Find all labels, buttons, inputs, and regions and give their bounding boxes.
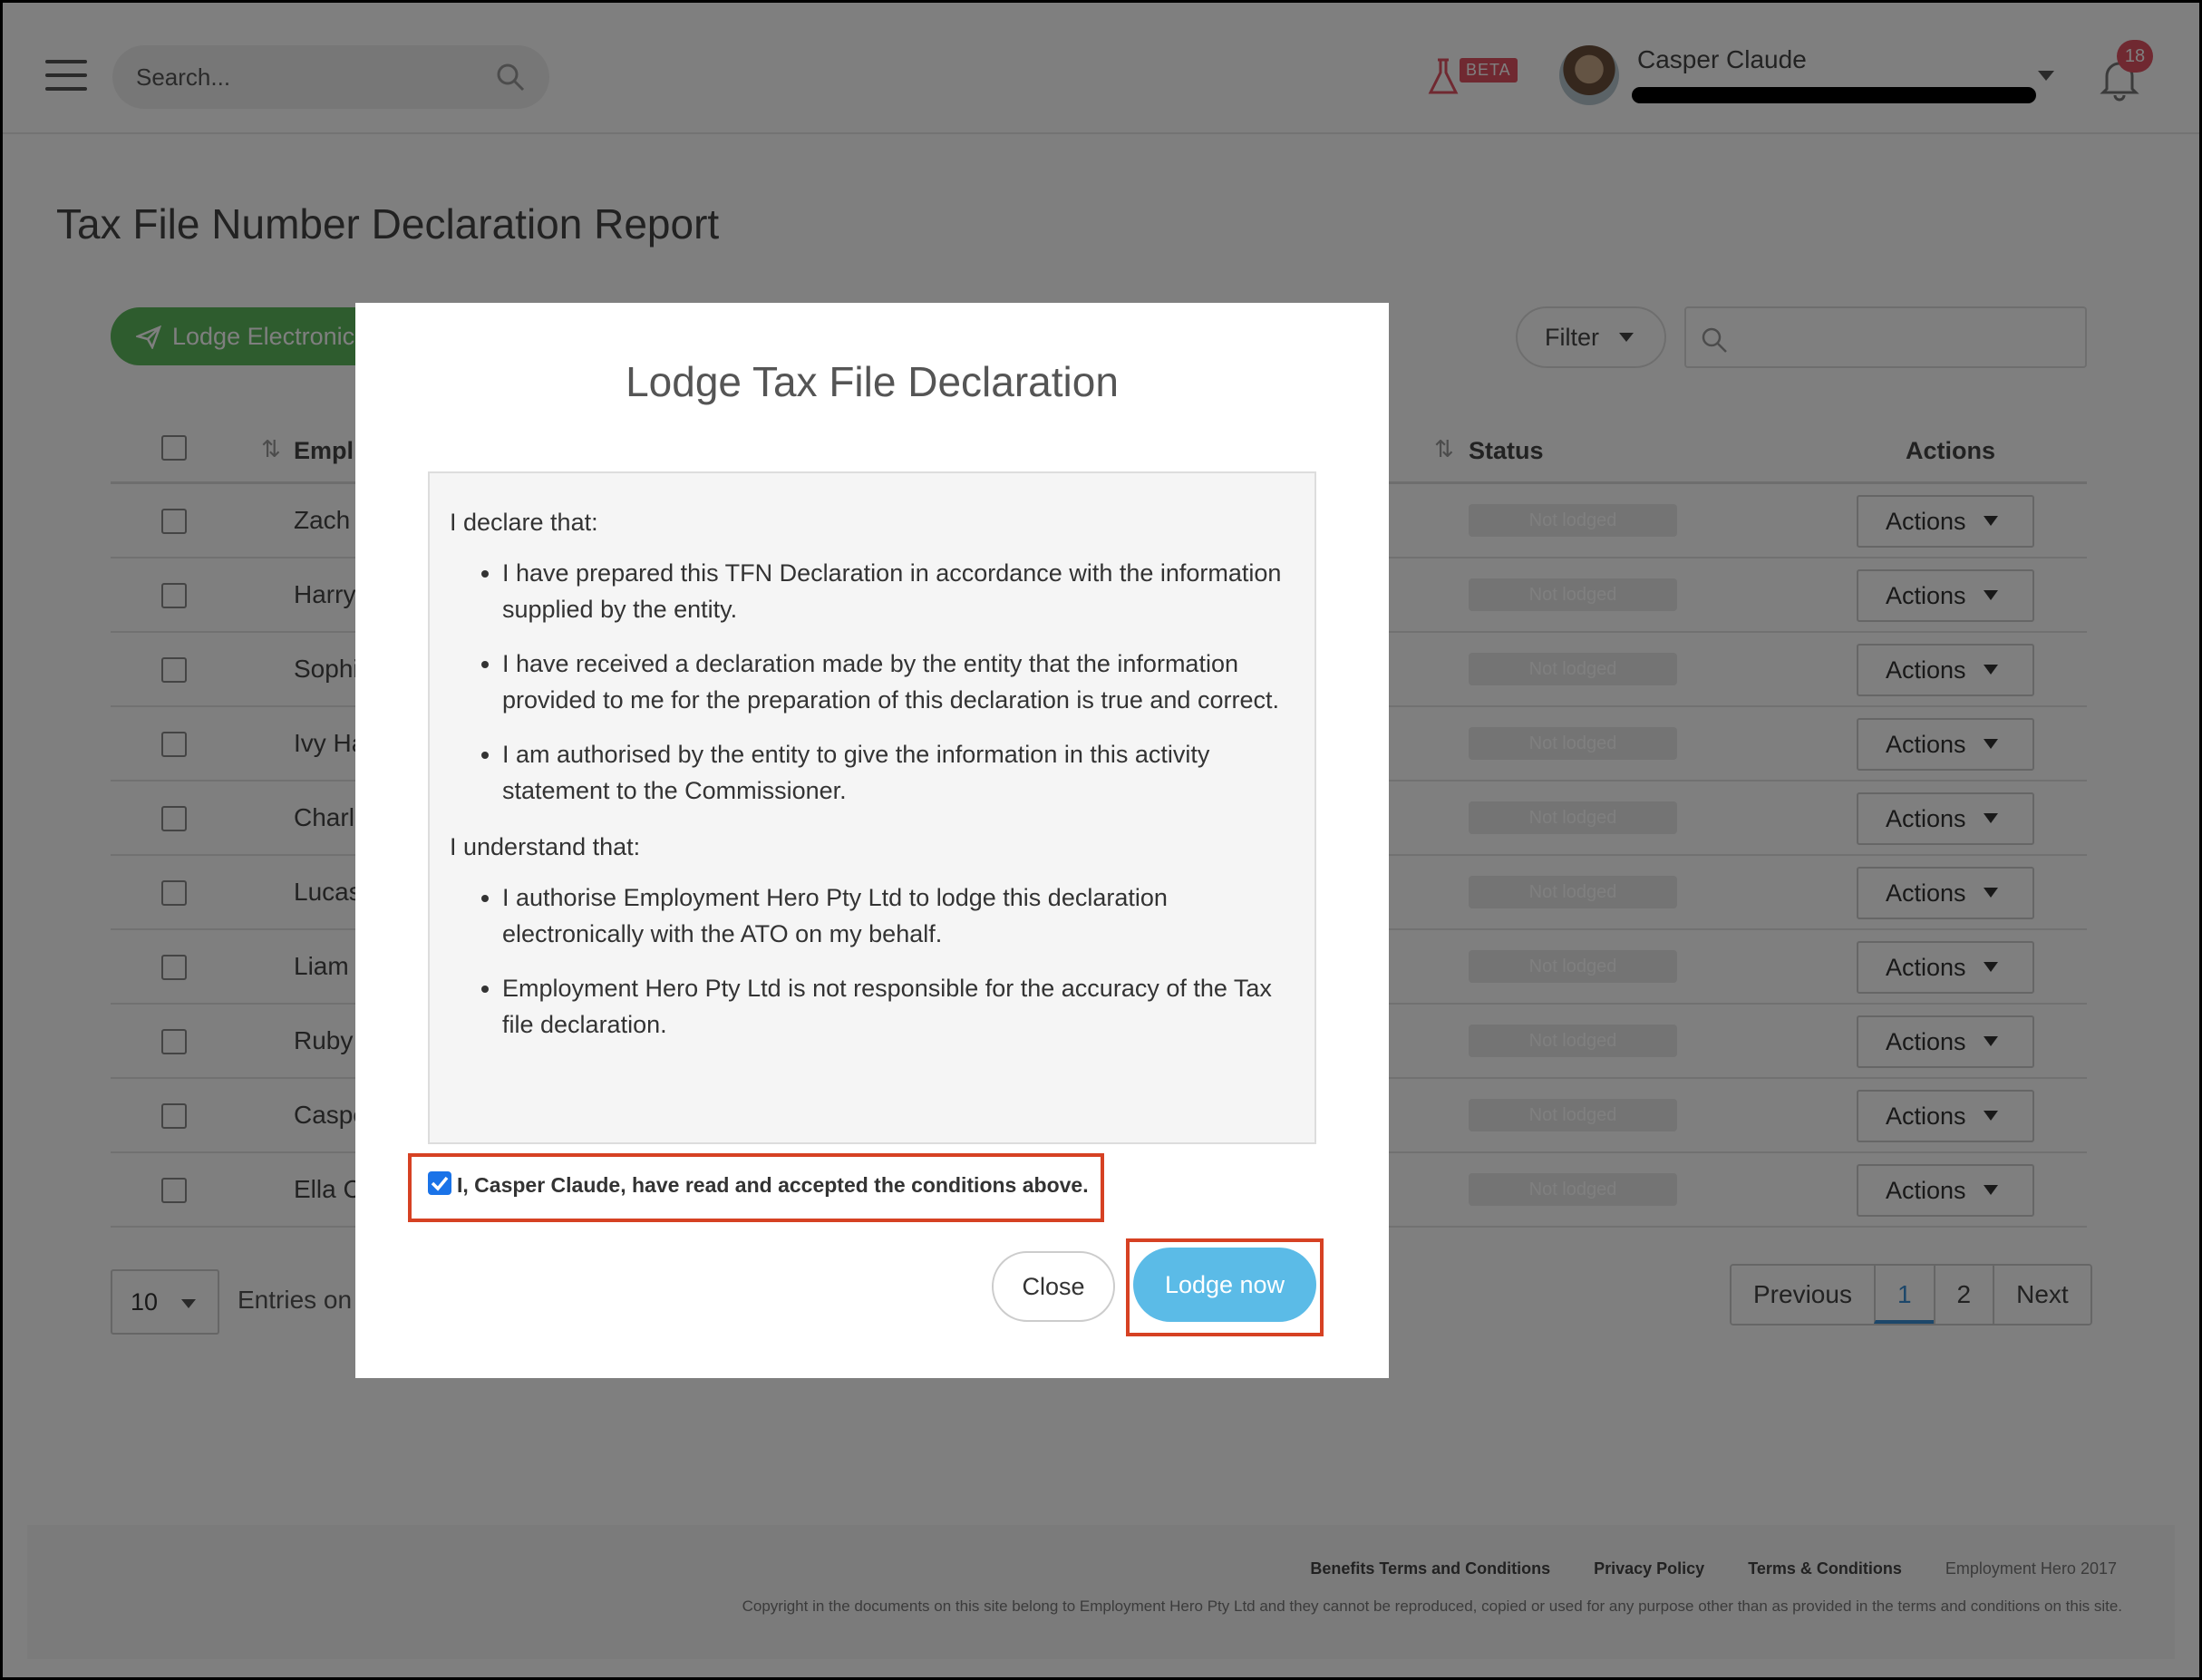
- declare-item: I have prepared this TFN Declaration in …: [502, 555, 1295, 627]
- accept-checkbox[interactable]: [428, 1171, 451, 1195]
- declare-list: I have prepared this TFN Declaration in …: [502, 555, 1295, 809]
- understand-item: I authorise Employment Hero Pty Ltd to l…: [502, 879, 1295, 952]
- understand-heading: I understand that:: [450, 833, 641, 860]
- declare-item: I have received a declaration made by th…: [502, 646, 1295, 718]
- declare-item: I am authorised by the entity to give th…: [502, 736, 1295, 809]
- modal-title: Lodge Tax File Declaration: [626, 358, 1119, 405]
- lodge-declaration-modal: Lodge Tax File Declaration I declare tha…: [355, 303, 1389, 1378]
- accept-label[interactable]: I, Casper Claude, have read and accepted…: [457, 1173, 1089, 1198]
- declare-heading: I declare that:: [450, 509, 598, 536]
- declaration-text-box: I declare that: I have prepared this TFN…: [428, 471, 1316, 1144]
- understand-list: I authorise Employment Hero Pty Ltd to l…: [502, 879, 1295, 1043]
- close-button[interactable]: Close: [992, 1251, 1115, 1322]
- understand-item: Employment Hero Pty Ltd is not responsib…: [502, 970, 1295, 1043]
- lodge-now-button[interactable]: Lodge now: [1133, 1248, 1316, 1322]
- checkmark-icon: [431, 1176, 449, 1191]
